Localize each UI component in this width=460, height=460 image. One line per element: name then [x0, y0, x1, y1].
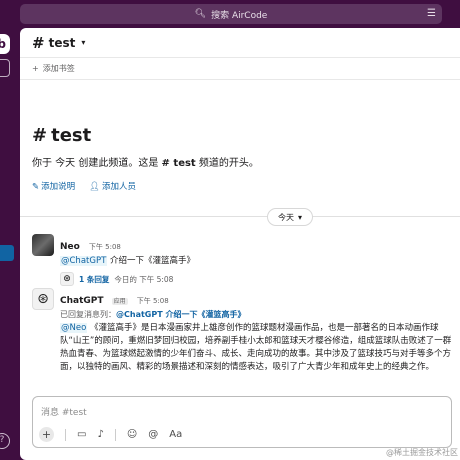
thread-summary[interactable]: ⊛ 1 条回复 今日的 下午 5:08	[60, 272, 455, 286]
replied-to: 已回复消息列：@ChatGPT 介绍一下《灌篮高手》	[60, 309, 455, 320]
message-body: ChatGPT 应用 下午 5:08 已回复消息列：@ChatGPT 介绍一下《…	[60, 288, 455, 374]
day-divider-button[interactable]: 今天 ▾	[267, 208, 314, 226]
format-text-button[interactable]: Aa	[169, 429, 182, 440]
message-body: Neo 下午 5:08 @ChatGPT 介绍一下《灌篮高手》 ⊛ 1 条回复 …	[60, 234, 455, 286]
composer-input[interactable]: 消息 #test	[41, 405, 87, 418]
toolbar-divider	[114, 428, 116, 441]
mention[interactable]: @ChatGPT	[60, 256, 108, 266]
search-icon: 🔍︎	[194, 9, 207, 19]
channel-panel: # test ▾ + 添加书签 # test 你于 今天 创建此频道。这是 # …	[20, 28, 460, 460]
reply-time: 今日的 下午 5:08	[114, 274, 174, 284]
add-people-label: 添加人员	[101, 182, 136, 192]
mention-icon[interactable]: @	[148, 429, 158, 440]
secondary-workspace-button[interactable]	[0, 59, 10, 77]
message-text: @ChatGPT 介绍一下《灌篮高手》	[60, 255, 455, 268]
workspace-rail: b ?	[0, 28, 14, 460]
intro-channel-name: test	[51, 125, 92, 146]
message-time[interactable]: 下午 5:08	[137, 297, 169, 305]
watermark: @稀土掘金技术社区	[386, 448, 458, 457]
message-author[interactable]: ChatGPT	[60, 296, 104, 306]
add-people-link[interactable]: 👤︎ 添加人员	[89, 180, 136, 192]
top-bar: 🔍︎ 搜索 AirCode ☰	[0, 0, 460, 28]
video-icon[interactable]: ▭	[77, 429, 86, 440]
workspace-icon[interactable]: b	[0, 34, 10, 54]
intro-title: # test	[32, 125, 460, 146]
add-bookmark-link[interactable]: 添加书签	[43, 63, 75, 74]
reply-count[interactable]: 1 条回复	[79, 274, 109, 285]
selected-channel-indicator	[0, 245, 14, 261]
intro-desc-channel: # test	[161, 158, 196, 169]
chevron-down-icon[interactable]: ▾	[81, 38, 85, 47]
help-icon[interactable]: ?	[0, 433, 10, 449]
channel-name[interactable]: test	[49, 36, 76, 50]
avatar[interactable]	[32, 234, 54, 256]
message-content: 《灌篮高手》是日本漫画家井上雄彦创作的篮球题材漫画作品，也是一部著名的日本动画作…	[60, 323, 452, 372]
add-person-icon: 👤︎	[89, 182, 100, 192]
app-badge: 应用	[111, 298, 128, 305]
toolbar-divider	[65, 428, 66, 441]
chatgpt-avatar-icon[interactable]: ⊛	[32, 288, 54, 310]
bookmarks-bar: + 添加书签	[20, 58, 460, 80]
intro-hash: #	[32, 125, 48, 146]
bot-avatar-mini: ⊛	[60, 272, 74, 286]
channel-intro: # test 你于 今天 创建此频道。这是 # test 频道的开头。 ✎ 添加说…	[20, 80, 460, 192]
replied-quote-link[interactable]: @ChatGPT 介绍一下《灌篮高手》	[116, 310, 245, 319]
day-divider-label: 今天	[278, 212, 294, 222]
message-time[interactable]: 下午 5:08	[89, 243, 121, 251]
day-divider-line	[20, 216, 460, 217]
intro-actions: ✎ 添加说明 👤︎ 添加人员	[32, 180, 460, 192]
message-text: @Neo 《灌篮高手》是日本漫画家井上雄彦创作的篮球题材漫画作品，也是一部著名的…	[60, 322, 455, 374]
channel-hash-icon: #	[32, 33, 45, 52]
add-description-link[interactable]: ✎ 添加说明	[32, 180, 75, 192]
plus-icon: +	[32, 64, 39, 73]
message-author[interactable]: Neo	[60, 242, 80, 252]
chevron-down-icon: ▾	[298, 212, 303, 222]
message-content: 介绍一下《灌篮高手》	[107, 256, 195, 266]
intro-desc-prefix: 你于 今天 创建此频道。这是	[32, 158, 162, 169]
plus-icon[interactable]: +	[39, 427, 54, 442]
intro-desc-suffix: 频道的开头。	[195, 158, 259, 169]
replied-prefix: 已回复消息列：	[60, 310, 116, 319]
filter-icon[interactable]: ☰	[427, 8, 436, 19]
message-composer[interactable]: 消息 #test + ▭ ♪ ☺ @ Aa	[32, 396, 452, 448]
add-description-label: 添加说明	[41, 182, 76, 192]
composer-toolbar: + ▭ ♪ ☺ @ Aa	[39, 427, 182, 442]
microphone-icon[interactable]: ♪	[97, 429, 103, 440]
search-bar[interactable]: 🔍︎ 搜索 AirCode ☰	[20, 4, 442, 24]
intro-description: 你于 今天 创建此频道。这是 # test 频道的开头。	[32, 154, 460, 169]
search-label: 搜索 AirCode	[211, 10, 268, 21]
emoji-icon[interactable]: ☺	[127, 429, 137, 440]
mention[interactable]: @Neo	[60, 323, 88, 333]
pencil-icon: ✎	[32, 182, 40, 192]
channel-header: # test ▾	[20, 28, 460, 58]
